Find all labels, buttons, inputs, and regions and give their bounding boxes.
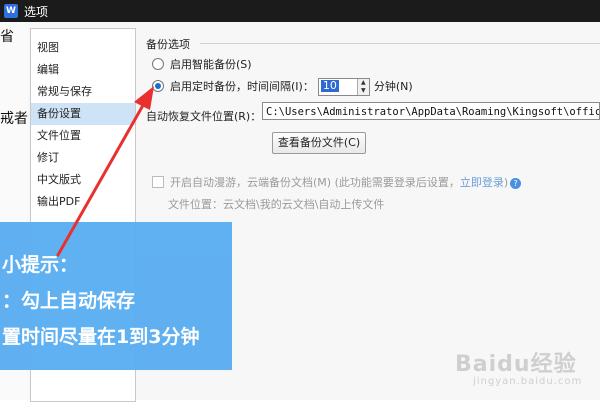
sidebar-item-edit[interactable]: 编辑 [31, 59, 135, 81]
document-text-fragment: 戒者 [0, 111, 28, 127]
cloud-roaming-option[interactable]: 开启自动漫游，云端备份文档(M) (此功能需要登录后设置，立即登录)? [152, 174, 522, 190]
cloud-roaming-suffix: ) [503, 176, 509, 189]
baidu-jingyan-watermark: Baidu经验 jingyan.baidu.com [455, 338, 595, 394]
interval-unit: 分钟(N) [373, 80, 413, 93]
sidebar-item-view[interactable]: 视图 [31, 37, 135, 59]
spinner-arrows-icon[interactable]: ▲ ▼ [356, 79, 369, 95]
document-text-fragment: 省 [0, 29, 14, 45]
sidebar-item-revision[interactable]: 修订 [31, 147, 135, 169]
section-title: 备份选项 [146, 38, 190, 51]
timed-backup-label: 启用定时备份，时间间隔(I)： [170, 80, 314, 93]
interval-spinner[interactable]: 10 ▲ ▼ [317, 78, 370, 96]
sidebar-item-backup[interactable]: 备份设置 [31, 103, 135, 125]
watermark-url: jingyan.baidu.com [473, 376, 583, 387]
autorecover-path-field[interactable]: C:\Users\Administrator\AppData\Roaming\K… [262, 102, 600, 120]
sidebar-item-export-pdf[interactable]: 输出PDF [31, 191, 135, 213]
sidebar-item-file-location[interactable]: 文件位置 [31, 125, 135, 147]
smart-backup-label: 启用智能备份(S) [170, 58, 252, 71]
timed-backup-option[interactable]: 启用定时备份，时间间隔(I)： 10 ▲ ▼ 分钟(N) [152, 78, 413, 96]
tip-line-auto-save: ：勾上自动保存 [2, 290, 136, 312]
timed-backup-radio[interactable] [152, 80, 164, 92]
tip-heading: 小提示： [2, 254, 79, 276]
sidebar-item-chinese-layout[interactable]: 中文版式 [31, 169, 135, 191]
section-divider [200, 43, 600, 44]
interval-value[interactable]: 10 [320, 80, 339, 92]
title-bar: W 选项 [0, 0, 600, 22]
tip-overlay: 小提示： ：勾上自动保存 置时间尽量在1到3分钟 [0, 222, 232, 370]
smart-backup-radio[interactable] [152, 58, 164, 70]
login-link[interactable]: 立即登录 [460, 176, 504, 189]
help-icon[interactable]: ? [510, 178, 522, 189]
tip-line-interval: 置时间尽量在1到3分钟 [2, 326, 200, 348]
cloud-file-location: 文件位置：云文档\我的云文档\自动上传文件 [168, 198, 385, 211]
sidebar-item-general-save[interactable]: 常规与保存 [31, 81, 135, 103]
app-icon: W [4, 4, 18, 18]
window-title: 选项 [24, 5, 49, 19]
cloud-roaming-checkbox[interactable] [152, 176, 164, 188]
autorecover-label: 自动恢复文件位置(R)： [146, 110, 262, 123]
watermark-text: Baidu经验 [455, 352, 577, 377]
cloud-roaming-label: 开启自动漫游，云端备份文档(M) (此功能需要登录后设置， [170, 176, 460, 189]
view-backup-files-button[interactable]: 查看备份文件(C) [272, 132, 366, 154]
smart-backup-option[interactable]: 启用智能备份(S) [152, 56, 252, 72]
